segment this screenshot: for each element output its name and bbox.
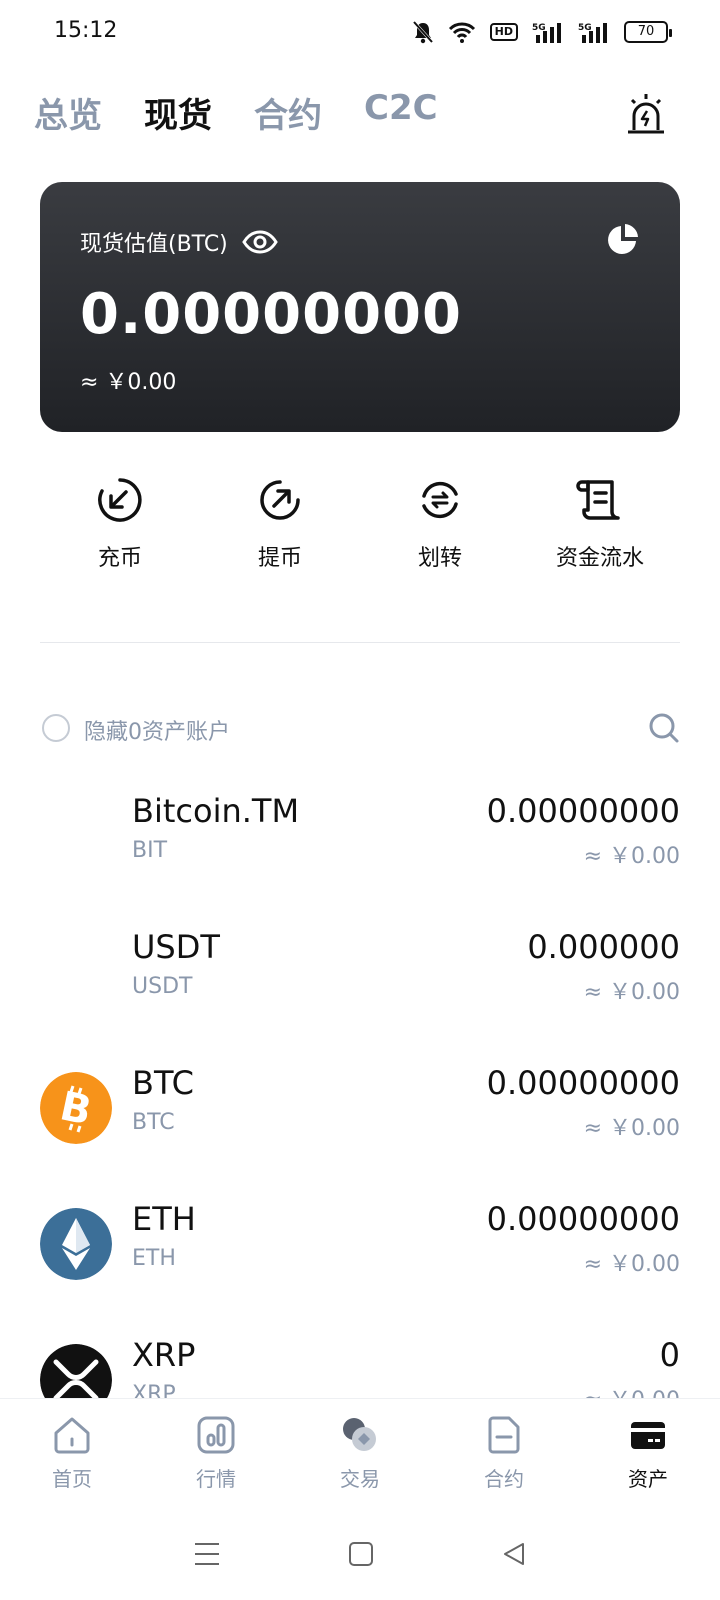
list-item[interactable]: XRP XRP 0 ≈ ￥0.00 xyxy=(0,1334,720,1400)
nav-label: 首页 xyxy=(52,1467,92,1491)
system-nav-bar xyxy=(0,1508,720,1600)
search-icon[interactable] xyxy=(648,712,680,744)
bottom-nav: 首页 行情 交易 合约 资产 xyxy=(0,1398,720,1508)
fund-flow-label: 资金流水 xyxy=(555,546,644,571)
filter-row: 隐藏0资产账户 xyxy=(40,712,680,746)
coin-amount: 0.000000 xyxy=(527,928,680,966)
tab-c2c[interactable]: C2C xyxy=(364,88,438,137)
balance-label: 现货估值(BTC) xyxy=(80,226,278,258)
deposit-label: 充币 xyxy=(97,546,142,571)
ledger-scroll-icon xyxy=(576,480,620,520)
home-square-icon[interactable] xyxy=(348,1541,374,1567)
nav-label: 交易 xyxy=(340,1467,380,1491)
eye-icon[interactable] xyxy=(242,230,278,254)
wifi-icon xyxy=(448,22,475,43)
divider xyxy=(40,642,680,643)
action-row: 充币 提币 划转 资金流水 xyxy=(40,476,680,572)
balance-fiat: ≈ ￥0.00 xyxy=(80,370,177,395)
back-triangle-icon[interactable] xyxy=(501,1541,527,1567)
deposit-button[interactable]: 充币 xyxy=(40,476,200,572)
transfer-icon xyxy=(422,481,458,519)
status-time: 15:12 xyxy=(54,18,118,43)
tab-contract[interactable]: 合约 xyxy=(254,88,322,137)
coin-amount: 0.00000000 xyxy=(486,1200,680,1238)
coin-name: BTC xyxy=(132,1064,194,1102)
pie-chart-icon[interactable] xyxy=(606,222,640,256)
home-icon xyxy=(54,1417,90,1454)
mute-bell-icon xyxy=(412,20,433,44)
withdraw-button[interactable]: 提币 xyxy=(200,476,360,572)
coin-fiat: ≈ ￥0.00 xyxy=(583,1252,680,1277)
hd-badge: HD xyxy=(489,23,518,41)
btc-icon: B xyxy=(40,1072,112,1144)
list-item[interactable]: Bitcoin.TM BIT 0.00000000 ≈ ￥0.00 xyxy=(0,790,720,926)
eth-icon xyxy=(40,1208,112,1280)
asset-list: Bitcoin.TM BIT 0.00000000 ≈ ￥0.00 USDT U… xyxy=(0,790,720,1400)
coin-name: Bitcoin.TM xyxy=(132,792,300,830)
hide-zero-label[interactable]: 隐藏0资产账户 xyxy=(84,714,230,746)
signal-5g-icon: 5G xyxy=(532,23,561,43)
coin-fiat: ≈ ￥0.00 xyxy=(583,844,680,869)
withdraw-icon xyxy=(260,480,300,520)
nav-contract[interactable]: 合约 xyxy=(432,1399,576,1508)
top-tabs: 总览 现货 合约 C2C xyxy=(34,88,438,137)
deposit-icon xyxy=(98,478,142,522)
status-icons: HD 5G 5G 70 xyxy=(412,18,672,46)
contract-doc-icon xyxy=(488,1416,520,1454)
signal-5g-icon: 5G xyxy=(578,23,607,43)
list-item[interactable]: ETH ETH 0.00000000 ≈ ￥0.00 xyxy=(0,1198,720,1334)
coin-amount: 0.00000000 xyxy=(486,792,680,830)
nav-trade[interactable]: 交易 xyxy=(288,1399,432,1508)
transfer-label: 划转 xyxy=(417,546,462,571)
status-bar: 15:12 HD 5G 5G 70 xyxy=(0,0,720,64)
coin-amount: 0.00000000 xyxy=(486,1064,680,1102)
list-item[interactable]: B BTC BTC 0.00000000 ≈ ￥0.00 xyxy=(0,1062,720,1198)
nav-label: 行情 xyxy=(196,1467,236,1491)
nav-label: 资产 xyxy=(628,1467,668,1491)
nav-assets[interactable]: 资产 xyxy=(576,1399,720,1508)
balance-card: 现货估值(BTC) 0.00000000 ≈ ￥0.00 xyxy=(40,182,680,432)
fund-flow-button[interactable]: 资金流水 xyxy=(520,476,680,572)
balance-label-text: 现货估值(BTC) xyxy=(80,232,228,257)
coin-symbol: USDT xyxy=(132,974,193,999)
coin-name: XRP xyxy=(132,1336,196,1374)
alarm-icon[interactable] xyxy=(626,92,666,136)
coin-name: USDT xyxy=(132,928,220,966)
xrp-icon xyxy=(40,1344,112,1400)
tab-overview[interactable]: 总览 xyxy=(34,88,102,137)
nav-label: 合约 xyxy=(484,1467,524,1491)
coin-fiat: ≈ ￥0.00 xyxy=(583,980,680,1005)
nav-home[interactable]: 首页 xyxy=(0,1399,144,1508)
coin-name: ETH xyxy=(132,1200,196,1238)
transfer-button[interactable]: 划转 xyxy=(360,476,520,572)
coin-symbol: ETH xyxy=(132,1246,176,1271)
battery-icon: 70 xyxy=(624,21,672,43)
coin-fiat: ≈ ￥0.00 xyxy=(583,1116,680,1141)
hide-zero-radio[interactable] xyxy=(42,714,70,742)
list-item[interactable]: USDT USDT 0.000000 ≈ ￥0.00 xyxy=(0,926,720,1062)
coin-amount: 0 xyxy=(659,1336,680,1374)
market-chart-icon xyxy=(197,1416,235,1454)
trade-icon xyxy=(343,1418,376,1451)
withdraw-label: 提币 xyxy=(257,546,302,571)
coin-symbol: BTC xyxy=(132,1110,175,1135)
coin-symbol: BIT xyxy=(132,838,168,863)
wallet-card-icon xyxy=(631,1422,665,1449)
nav-market[interactable]: 行情 xyxy=(144,1399,288,1508)
tab-spot[interactable]: 现货 xyxy=(144,88,212,137)
balance-value: 0.00000000 xyxy=(80,282,462,347)
menu-icon[interactable] xyxy=(193,1541,221,1567)
